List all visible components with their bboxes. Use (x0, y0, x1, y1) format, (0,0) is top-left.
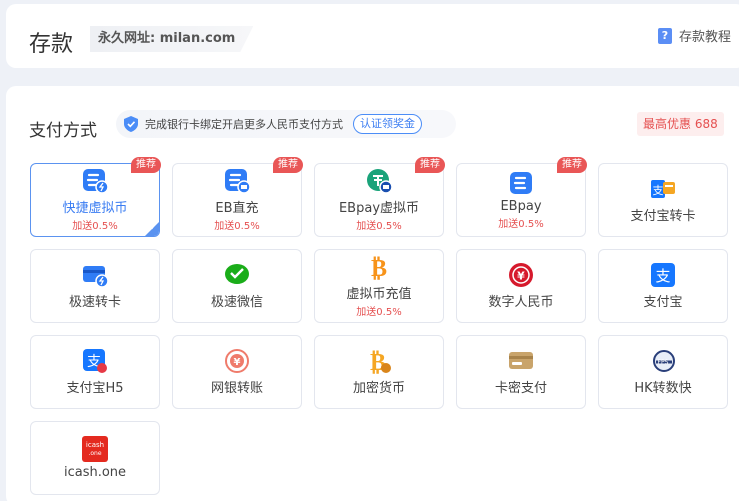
payment-method-card[interactable]: 推荐快捷虚拟币加送0.5% (30, 157, 161, 237)
svg-text:FPS: FPS (658, 359, 669, 366)
selected-check-icon (145, 222, 159, 236)
svg-text:¥: ¥ (517, 270, 525, 283)
payment-method-label: EB直充 (215, 201, 259, 216)
payment-method-card[interactable]: 支支付宝H5 (30, 335, 160, 409)
wechat-icon (224, 262, 250, 288)
domain-badge: 永久网址: milan.com (90, 26, 254, 52)
verify-button[interactable]: 认证领奖金 (353, 114, 422, 134)
payment-method-label: 卡密支付 (494, 381, 547, 396)
page-title: 存款 (29, 32, 74, 57)
help-icon: ? (657, 27, 672, 44)
bonus-text: 加送0.5% (356, 221, 402, 232)
bonus-text: 加送0.5% (356, 307, 402, 318)
svg-text:支: 支 (655, 267, 670, 285)
payment-method-card[interactable]: 卡密支付 (456, 335, 586, 409)
payment-method-card[interactable]: 极速转卡 (30, 249, 160, 323)
payment-method-label: EBpay虚拟币 (338, 201, 420, 216)
payment-method-card[interactable]: 极速微信 (172, 249, 302, 323)
payment-method-label: 支付宝H5 (66, 381, 124, 396)
payment-method-label: 支付宝 (643, 295, 683, 310)
recommend-tag: 推荐 (273, 157, 303, 173)
page-header: 存款 永久网址: milan.com ? 存款教程 (6, 4, 739, 68)
payment-method-card[interactable]: 支支付宝转卡 (598, 163, 728, 237)
payment-method-label: 数字人民币 (488, 295, 554, 310)
section-title: 支付方式 (29, 121, 97, 141)
bonus-text: 加送0.5% (498, 219, 544, 230)
ebpay-fast-icon (82, 168, 108, 194)
payment-method-card[interactable]: 支支付宝 (598, 249, 728, 323)
bonus-text: 加送0.5% (72, 221, 118, 232)
payment-method-card[interactable]: ¥ 数字人民币 (456, 249, 586, 323)
fast-card-icon (82, 262, 108, 288)
payment-method-label: 快捷虚拟币 (62, 201, 128, 216)
crypto-coin-icon: ₿ (366, 348, 392, 374)
svg-text:.one: .one (88, 450, 101, 457)
bank-transfer-icon: ¥ (224, 348, 250, 374)
svg-text:支: 支 (653, 184, 664, 197)
ebpay-icon (508, 170, 534, 196)
payment-method-label: 虚拟币充值 (346, 287, 412, 302)
bank-binding-notice: 完成银行卡绑定开启更多人民币支付方式 认证领奖金 (116, 110, 456, 138)
payment-method-card[interactable]: 推荐 EBpay虚拟币加送0.5% (314, 157, 445, 237)
svg-text:¥: ¥ (234, 357, 241, 368)
payment-method-card[interactable]: ₿ 加密货币 (314, 335, 444, 409)
payment-method-label: 支付宝转卡 (630, 209, 696, 224)
payment-method-card[interactable]: FPS HK转数快 (598, 335, 728, 409)
payment-method-label: EBpay (500, 199, 542, 214)
payment-method-card[interactable]: ¥ 网银转账 (172, 335, 302, 409)
shield-icon (124, 116, 138, 132)
card-pin-icon (508, 348, 534, 374)
payment-method-label: 加密货币 (352, 381, 405, 396)
hk-fps-icon: FPS (650, 348, 676, 374)
bitcoin-icon: ₿ (366, 254, 392, 280)
recommend-tag: 推荐 (415, 157, 445, 173)
payment-method-label: icash.one (63, 465, 127, 480)
ebpay-crypto-icon (366, 168, 392, 194)
payment-method-label: 极速转卡 (68, 295, 121, 310)
payment-method-label: 网银转账 (210, 381, 263, 396)
recommend-tag: 推荐 (557, 157, 587, 173)
alipay-h5-icon: 支 (82, 348, 108, 374)
payment-method-card[interactable]: icash .one icash.one (30, 421, 160, 495)
payment-method-label: 极速微信 (210, 295, 263, 310)
payment-method-label: HK转数快 (634, 381, 692, 396)
payment-panel: 支付方式 完成银行卡绑定开启更多人民币支付方式 认证领奖金 最高优惠 688 推… (6, 86, 739, 501)
bonus-text: 加送0.5% (214, 221, 260, 232)
alipay-to-card-icon: 支 (650, 176, 676, 202)
svg-text:₿: ₿ (371, 254, 387, 280)
notice-text: 完成银行卡绑定开启更多人民币支付方式 (145, 118, 343, 131)
svg-text:icash: icash (86, 441, 104, 449)
max-discount-badge: 最高优惠 688 (637, 112, 724, 136)
payment-method-card[interactable]: 推荐 EBpay 加送0.5% (456, 157, 587, 237)
recommend-tag: 推荐 (131, 157, 161, 173)
icash-icon: icash .one (82, 436, 108, 462)
payment-method-card[interactable]: 推荐 EB直充加送0.5% (172, 157, 303, 237)
tutorial-label: 存款教程 (678, 30, 731, 45)
payment-method-card[interactable]: ₿ 虚拟币充值加送0.5% (314, 249, 444, 323)
digital-rmb-icon: ¥ (508, 262, 534, 288)
alipay-icon: 支 (650, 262, 676, 288)
tutorial-link[interactable]: ? 存款教程 (657, 26, 731, 45)
eb-direct-icon (224, 168, 250, 194)
